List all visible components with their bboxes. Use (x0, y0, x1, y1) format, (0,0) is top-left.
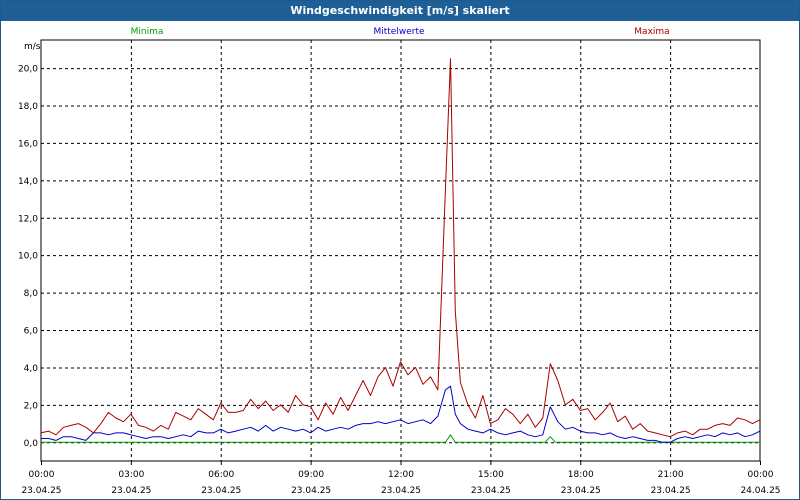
legend-item-minima: Minima (131, 27, 164, 37)
x-tick-time: 21:00 (658, 470, 684, 480)
x-tick-date: 23.04.25 (111, 486, 151, 496)
y-tick-label: 20,0 (18, 65, 38, 75)
y-axis-label: m/s (24, 42, 41, 52)
x-tick-date: 23.04.25 (561, 486, 601, 496)
x-tick-time: 09:00 (298, 470, 324, 480)
x-tick-time: 12:00 (388, 470, 414, 480)
x-tick-time: 00:00 (29, 470, 55, 480)
y-tick-label: 14,0 (18, 177, 38, 187)
x-tick-date: 23.04.25 (201, 486, 241, 496)
legend-item-mittelwerte: Mittelwerte (373, 27, 424, 37)
x-tick-date: 23.04.25 (291, 486, 331, 496)
x-tick-date: 23.04.25 (651, 486, 691, 496)
y-tick-label: 6,0 (24, 327, 39, 337)
x-tick-date: 23.04.25 (381, 486, 421, 496)
x-tick-time: 18:00 (568, 470, 594, 480)
y-tick-label: 8,0 (24, 289, 39, 299)
y-tick-label: 16,0 (18, 139, 38, 149)
legend-item-maxima: Maxima (634, 27, 669, 37)
x-tick-time: 06:00 (208, 470, 234, 480)
y-tick-label: 18,0 (18, 102, 38, 112)
y-tick-label: 0,0 (24, 439, 39, 449)
chart-window: Windgeschwindigkeit [m/s] skaliert 0,0 2,… (0, 0, 800, 500)
y-tick-label: 12,0 (18, 214, 38, 224)
y-tick-label: 2,0 (24, 401, 39, 411)
x-tick-time: 00:00 (748, 470, 774, 480)
x-tick-time: 03:00 (118, 470, 144, 480)
y-tick-label: 4,0 (24, 364, 39, 374)
x-tick-date: 24.04.25 (740, 486, 780, 496)
x-tick-date: 23.04.25 (21, 486, 61, 496)
y-tick-label: 10,0 (18, 252, 38, 262)
x-tick-time: 15:00 (478, 470, 504, 480)
wind-speed-chart: 0,0 2,0 4,0 6,0 8,0 10,0 12,0 14,0 16,0 18,0 20,0 0… (18, 27, 781, 496)
x-tick-date: 23.04.25 (471, 486, 511, 496)
